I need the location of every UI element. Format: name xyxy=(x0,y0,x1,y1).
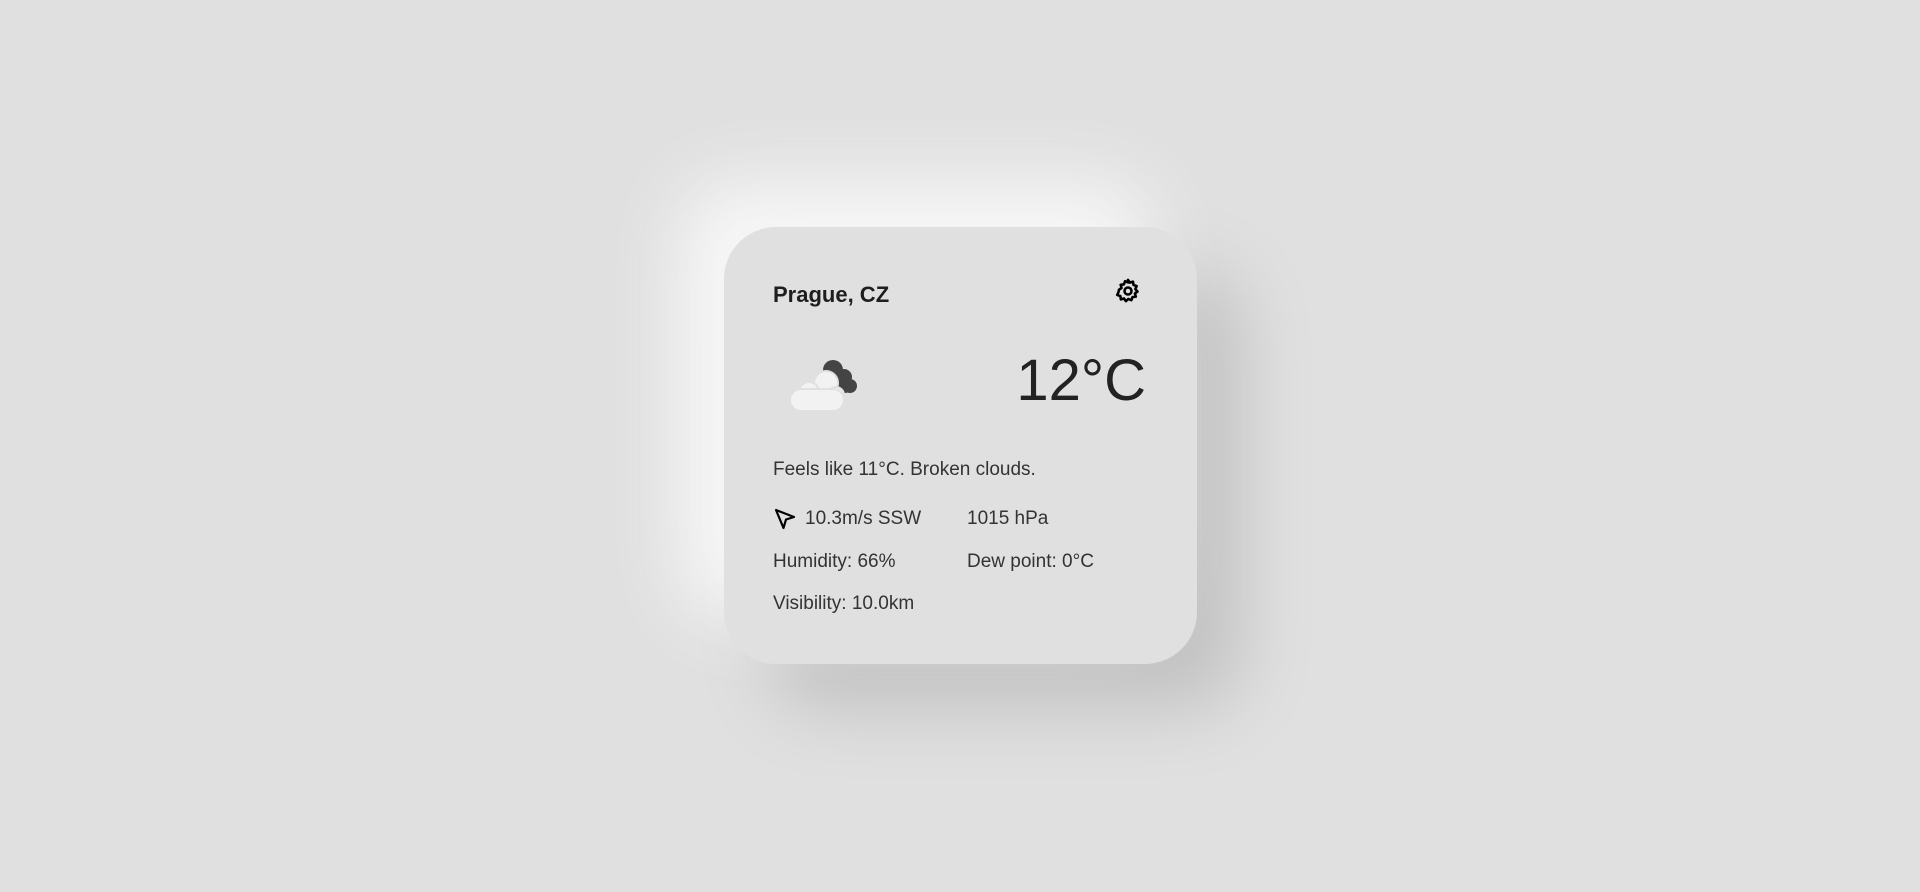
weather-summary: Feels like 11°C. Broken clouds. xyxy=(773,459,1036,480)
wind-value: 10.3m/s SSW xyxy=(805,508,922,529)
location-title: Prague, CZ xyxy=(773,282,890,307)
weather-card: Prague, CZ 12°C Feels like 11°C. Broken … xyxy=(724,227,1197,664)
pressure-value: 1015 hPa xyxy=(967,508,1049,529)
gear-icon[interactable] xyxy=(1114,277,1142,305)
broken-clouds-icon xyxy=(789,360,857,411)
humidity-value: Humidity: 66% xyxy=(773,551,896,572)
temperature: 12°C xyxy=(1016,348,1146,413)
visibility-value: Visibility: 10.0km xyxy=(773,593,915,614)
wind-row: 10.3m/s SSW xyxy=(773,507,921,531)
navigation-arrow-icon xyxy=(774,508,796,530)
dew-point-value: Dew point: 0°C xyxy=(967,551,1094,572)
